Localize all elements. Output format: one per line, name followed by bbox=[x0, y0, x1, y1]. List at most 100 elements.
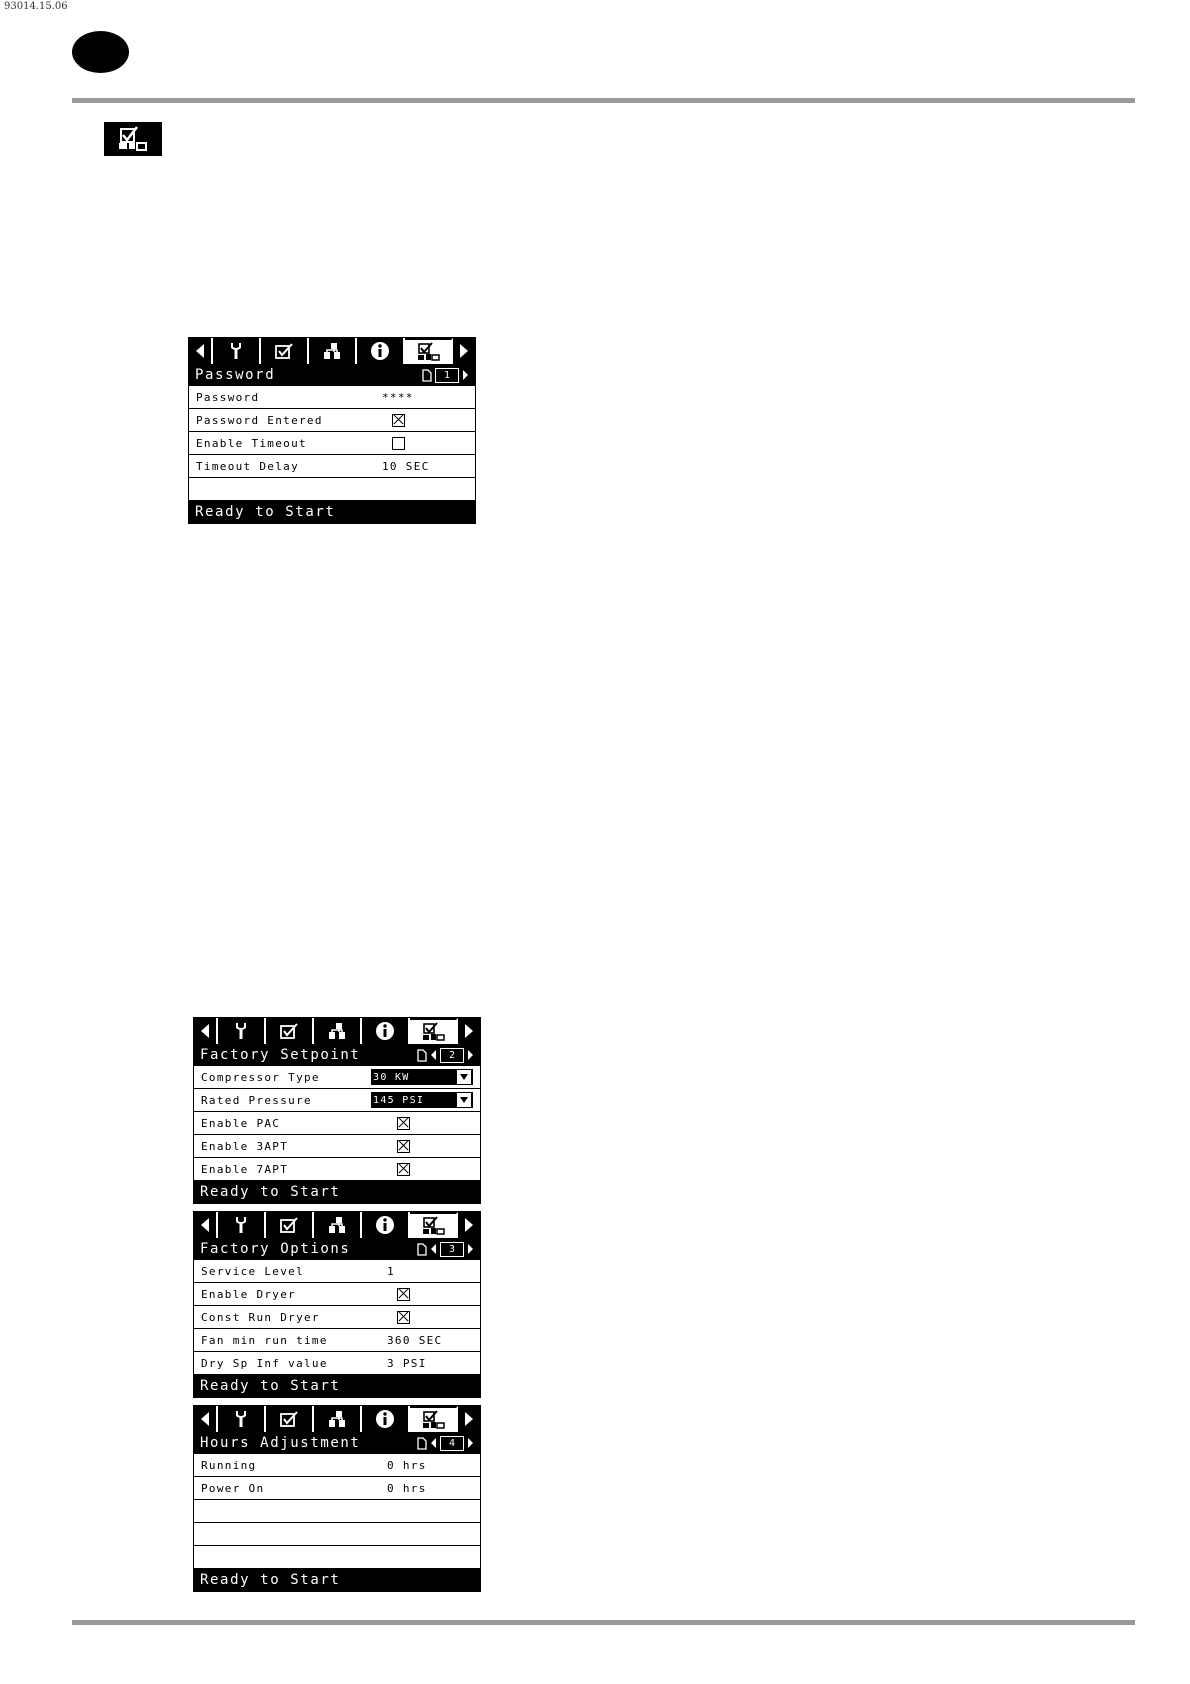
screen-title-bar: Factory Options 3 bbox=[194, 1238, 480, 1260]
setting-checkbox[interactable] bbox=[397, 1139, 410, 1153]
next-tab-button[interactable] bbox=[458, 1018, 480, 1044]
nav-tabbar bbox=[189, 338, 475, 364]
setting-value[interactable]: 3 PSI bbox=[387, 1357, 473, 1370]
setting-label: Password bbox=[196, 390, 260, 404]
setting-row[interactable]: Rated Pressure 145 PSI bbox=[194, 1089, 480, 1112]
setting-row[interactable]: Password Entered bbox=[189, 409, 475, 432]
tab-factory-settings[interactable] bbox=[410, 1212, 458, 1238]
setting-row[interactable]: Running 0 hrs bbox=[194, 1454, 480, 1477]
setting-row[interactable]: Timeout Delay 10 SEC bbox=[189, 455, 475, 478]
setting-row[interactable]: Enable 7APT bbox=[194, 1158, 480, 1181]
tab-checklist[interactable] bbox=[266, 1018, 314, 1044]
factory-settings-icon bbox=[420, 1410, 446, 1430]
setting-row[interactable]: Power On 0 hrs bbox=[194, 1477, 480, 1500]
tab-network[interactable] bbox=[314, 1406, 362, 1432]
page-indicator: 2 bbox=[417, 1047, 474, 1063]
setting-checkbox[interactable] bbox=[392, 413, 405, 427]
prev-tab-button[interactable] bbox=[194, 1212, 218, 1238]
setting-checkbox[interactable] bbox=[397, 1116, 410, 1130]
setting-row[interactable]: Password **** bbox=[189, 386, 475, 409]
screen-title-bar: Password 1 bbox=[189, 364, 475, 386]
setting-row[interactable]: Service Level 1 bbox=[194, 1260, 480, 1283]
page-next-button[interactable] bbox=[467, 1049, 474, 1061]
setting-value[interactable]: **** bbox=[382, 391, 468, 404]
tab-network[interactable] bbox=[309, 338, 357, 364]
setting-value[interactable]: 1 bbox=[387, 1265, 473, 1278]
tab-info[interactable] bbox=[357, 338, 405, 364]
tab-info[interactable] bbox=[362, 1018, 410, 1044]
next-tab-button[interactable] bbox=[453, 338, 475, 364]
setting-label: Enable Timeout bbox=[196, 436, 307, 450]
tab-factory-settings[interactable] bbox=[405, 338, 453, 364]
factory-options-screen: Factory Options 3 Service Level 1 Enable Dry… bbox=[193, 1211, 481, 1398]
nav-tabbar bbox=[194, 1406, 480, 1432]
info-icon bbox=[375, 1215, 395, 1235]
setting-row[interactable]: Enable 3APT bbox=[194, 1135, 480, 1158]
network-icon bbox=[327, 1410, 347, 1428]
page-number: 2 bbox=[440, 1047, 464, 1063]
setting-row[interactable]: Dry Sp Inf value 3 PSI bbox=[194, 1352, 480, 1375]
tab-checklist[interactable] bbox=[266, 1406, 314, 1432]
page-next-button[interactable] bbox=[467, 1437, 474, 1449]
setting-row[interactable]: Enable Dryer bbox=[194, 1283, 480, 1306]
right-arrow-icon bbox=[463, 1217, 475, 1233]
empty-row bbox=[194, 1523, 480, 1546]
screen-title-bar: Factory Setpoint 2 bbox=[194, 1044, 480, 1066]
setting-row[interactable]: Enable PAC bbox=[194, 1112, 480, 1135]
page-doc-icon bbox=[417, 1242, 427, 1256]
chevron-down-icon bbox=[456, 1069, 472, 1085]
setting-row[interactable]: Compressor Type 30 KW bbox=[194, 1066, 480, 1089]
tab-wrench[interactable] bbox=[213, 338, 261, 364]
header-rule bbox=[72, 98, 1135, 103]
setting-value[interactable]: 10 SEC bbox=[382, 460, 468, 473]
chevron-down-icon bbox=[456, 1092, 472, 1108]
setting-row[interactable]: Const Run Dryer bbox=[194, 1306, 480, 1329]
prev-tab-button[interactable] bbox=[189, 338, 213, 364]
setting-checkbox-cell bbox=[382, 413, 468, 427]
screen-title: Factory Setpoint bbox=[200, 1047, 361, 1063]
setting-dropdown[interactable]: 30 KW bbox=[371, 1069, 473, 1085]
nav-tabbar bbox=[194, 1212, 480, 1238]
setting-checkbox[interactable] bbox=[397, 1287, 410, 1301]
tab-wrench[interactable] bbox=[218, 1018, 266, 1044]
network-icon bbox=[327, 1022, 347, 1040]
tab-info[interactable] bbox=[362, 1406, 410, 1432]
setting-label: Fan min run time bbox=[201, 1333, 328, 1347]
page-prev-button[interactable] bbox=[430, 1049, 437, 1061]
screen-title: Hours Adjustment bbox=[200, 1435, 361, 1451]
next-tab-button[interactable] bbox=[458, 1406, 480, 1432]
status-text: Ready to Start bbox=[200, 1378, 341, 1394]
setting-row[interactable]: Fan min run time 360 SEC bbox=[194, 1329, 480, 1352]
hours-adjustment-screen: Hours Adjustment 4 Running 0 hrs Power On 0 h… bbox=[193, 1405, 481, 1592]
page-number: 1 bbox=[435, 367, 459, 383]
tab-info[interactable] bbox=[362, 1212, 410, 1238]
page-prev-button[interactable] bbox=[430, 1437, 437, 1449]
right-arrow-icon bbox=[458, 343, 470, 359]
tab-checklist[interactable] bbox=[261, 338, 309, 364]
tab-factory-settings[interactable] bbox=[410, 1406, 458, 1432]
setting-checkbox-cell bbox=[387, 1116, 473, 1130]
page-next-button[interactable] bbox=[462, 369, 469, 381]
status-text: Ready to Start bbox=[200, 1572, 341, 1588]
prev-tab-button[interactable] bbox=[194, 1406, 218, 1432]
tab-network[interactable] bbox=[314, 1018, 362, 1044]
setting-checkbox[interactable] bbox=[397, 1162, 410, 1176]
setting-dropdown[interactable]: 145 PSI bbox=[371, 1092, 473, 1108]
setting-checkbox[interactable] bbox=[397, 1310, 410, 1324]
tab-checklist[interactable] bbox=[266, 1212, 314, 1238]
checklist-icon bbox=[279, 1216, 299, 1234]
setting-value[interactable]: 0 hrs bbox=[387, 1459, 473, 1472]
status-text: Ready to Start bbox=[200, 1184, 341, 1200]
setting-value[interactable]: 0 hrs bbox=[387, 1482, 473, 1495]
page-next-button[interactable] bbox=[467, 1243, 474, 1255]
tab-factory-settings[interactable] bbox=[410, 1018, 458, 1044]
tab-wrench[interactable] bbox=[218, 1212, 266, 1238]
setting-row[interactable]: Enable Timeout bbox=[189, 432, 475, 455]
setting-value[interactable]: 360 SEC bbox=[387, 1334, 473, 1347]
next-tab-button[interactable] bbox=[458, 1212, 480, 1238]
prev-tab-button[interactable] bbox=[194, 1018, 218, 1044]
setting-checkbox[interactable] bbox=[392, 436, 405, 450]
tab-network[interactable] bbox=[314, 1212, 362, 1238]
tab-wrench[interactable] bbox=[218, 1406, 266, 1432]
page-prev-button[interactable] bbox=[430, 1243, 437, 1255]
